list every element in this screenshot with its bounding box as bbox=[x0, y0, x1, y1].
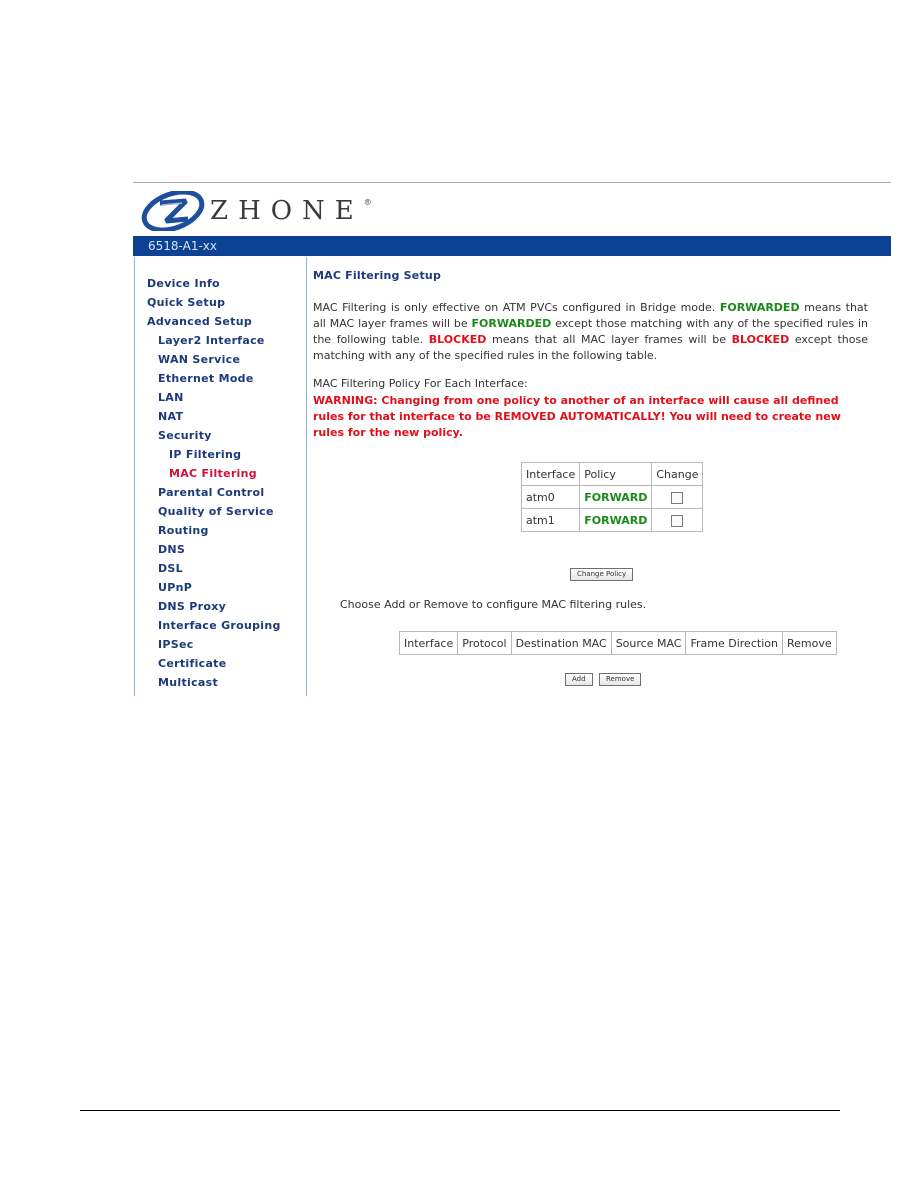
remove-button[interactable]: Remove bbox=[599, 673, 642, 686]
sidebar-item-quality-of-service[interactable]: Quality of Service bbox=[135, 502, 281, 521]
interface-cell: atm0 bbox=[520, 485, 581, 509]
sidebar-item-nat[interactable]: NAT bbox=[135, 407, 281, 426]
sidebar-item-lan[interactable]: LAN bbox=[135, 388, 281, 407]
sidebar-item-dns-proxy[interactable]: DNS Proxy bbox=[135, 597, 281, 616]
interface-cell: atm1 bbox=[520, 508, 581, 532]
rules-table: Interface Protocol Destination MAC Sourc… bbox=[398, 631, 837, 655]
warning-text: WARNING: Changing from one policy to ano… bbox=[313, 394, 841, 439]
sidebar-item-quick-setup[interactable]: Quick Setup bbox=[135, 293, 281, 312]
policy-table: Interface Policy Change atm0 FORWARD atm… bbox=[520, 462, 704, 532]
sidebar-item-dsl[interactable]: DSL bbox=[135, 559, 281, 578]
sidebar-item-routing[interactable]: Routing bbox=[135, 521, 281, 540]
table-row: atm1 FORWARD bbox=[520, 508, 704, 532]
header-source-mac: Source MAC bbox=[610, 631, 687, 655]
header-interface: Interface bbox=[520, 462, 581, 486]
policy-cell: FORWARD bbox=[579, 508, 653, 532]
desc-text: means that all MAC layer frames will be bbox=[486, 333, 732, 346]
header-interface: Interface bbox=[398, 631, 459, 655]
sidebar-item-mac-filtering[interactable]: MAC Filtering bbox=[135, 464, 281, 483]
brand-name: ZHONE® bbox=[210, 196, 372, 226]
description: MAC Filtering is only effective on ATM P… bbox=[313, 300, 868, 364]
sidebar-item-layer2-interface[interactable]: Layer2 Interface bbox=[135, 331, 281, 350]
change-cell bbox=[651, 508, 704, 532]
blocked-keyword: BLOCKED bbox=[731, 333, 790, 346]
sidebar: Device Info Quick Setup Advanced Setup L… bbox=[134, 257, 307, 696]
sidebar-item-dns[interactable]: DNS bbox=[135, 540, 281, 559]
change-cell bbox=[651, 485, 704, 509]
table-row: atm0 FORWARD bbox=[520, 485, 704, 509]
sidebar-item-security[interactable]: Security bbox=[135, 426, 281, 445]
sidebar-item-parental-control[interactable]: Parental Control bbox=[135, 483, 281, 502]
sidebar-item-ip-filtering[interactable]: IP Filtering bbox=[135, 445, 281, 464]
header-rule bbox=[133, 182, 891, 183]
sidebar-item-advanced-setup[interactable]: Advanced Setup bbox=[135, 312, 281, 331]
zhone-logo-icon bbox=[141, 191, 205, 231]
rules-table-header: Interface Protocol Destination MAC Sourc… bbox=[398, 631, 837, 655]
forwarded-keyword: FORWARDED bbox=[471, 317, 552, 330]
header-remove: Remove bbox=[781, 631, 837, 655]
blocked-keyword: BLOCKED bbox=[428, 333, 487, 346]
sidebar-item-device-info[interactable]: Device Info bbox=[135, 274, 281, 293]
header-policy: Policy bbox=[579, 462, 653, 486]
footer-rule bbox=[80, 1110, 840, 1111]
page-title: MAC Filtering Setup bbox=[313, 269, 442, 282]
sidebar-nav: Device Info Quick Setup Advanced Setup L… bbox=[135, 274, 281, 692]
sidebar-item-wan-service[interactable]: WAN Service bbox=[135, 350, 281, 369]
sidebar-item-multicast[interactable]: Multicast bbox=[135, 673, 281, 692]
add-button[interactable]: Add bbox=[565, 673, 593, 686]
sidebar-item-ipsec[interactable]: IPSec bbox=[135, 635, 281, 654]
desc-text: MAC Filtering is only effective on ATM P… bbox=[313, 301, 720, 314]
header-frame-direction: Frame Direction bbox=[685, 631, 783, 655]
sidebar-item-certificate[interactable]: Certificate bbox=[135, 654, 281, 673]
header-protocol: Protocol bbox=[457, 631, 512, 655]
change-checkbox-atm0[interactable] bbox=[671, 491, 684, 504]
forwarded-keyword: FORWARDED bbox=[719, 301, 800, 314]
policy-cell: FORWARD bbox=[579, 485, 653, 509]
sidebar-item-upnp[interactable]: UPnP bbox=[135, 578, 281, 597]
header-change: Change bbox=[651, 462, 704, 486]
sidebar-item-ethernet-mode[interactable]: Ethernet Mode bbox=[135, 369, 281, 388]
policy-label: MAC Filtering Policy For Each Interface: bbox=[313, 377, 528, 390]
policy-table-header: Interface Policy Change bbox=[520, 462, 704, 486]
choose-instruction: Choose Add or Remove to configure MAC fi… bbox=[340, 598, 647, 611]
model-bar: 6518-A1-xx bbox=[133, 236, 891, 256]
zhone-logo: ZHONE® bbox=[140, 190, 372, 232]
header-destination-mac: Destination MAC bbox=[510, 631, 612, 655]
change-checkbox-atm1[interactable] bbox=[671, 514, 684, 527]
change-policy-button[interactable]: Change Policy bbox=[570, 568, 634, 581]
model-name: 6518-A1-xx bbox=[148, 239, 217, 253]
sidebar-item-interface-grouping[interactable]: Interface Grouping bbox=[135, 616, 281, 635]
